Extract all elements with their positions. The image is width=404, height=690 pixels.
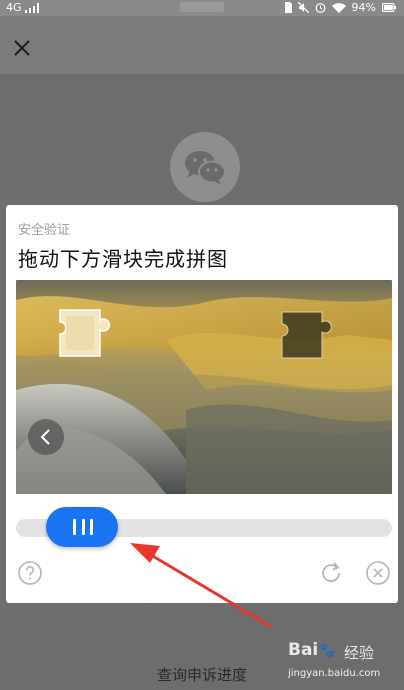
refresh-icon[interactable] <box>318 560 344 586</box>
slider-handle[interactable] <box>46 507 118 547</box>
close-circle-icon[interactable] <box>366 561 390 585</box>
alarm-icon <box>315 3 325 13</box>
status-right: 94% <box>284 1 396 14</box>
help-icon[interactable] <box>18 561 42 585</box>
dialog-title: 拖动下方滑块完成拼图 <box>18 247 228 271</box>
signal-icon <box>24 2 39 13</box>
puzzle-image <box>16 280 392 494</box>
battery-label: 94% <box>351 1 376 14</box>
top-app-bar <box>0 16 404 74</box>
status-bar: 4G 94% <box>0 0 404 16</box>
chevron-left-icon[interactable] <box>28 419 64 455</box>
watermark-suffix: 经验 <box>344 644 375 662</box>
security-verify-dialog: 安全验证 拖动下方滑块完成拼图 <box>6 205 398 603</box>
paw-icon: 🐾 <box>318 643 336 659</box>
battery-icon <box>382 3 396 12</box>
wechat-logo-icon <box>170 132 240 202</box>
sim-icon <box>284 2 292 13</box>
mute-icon <box>297 2 309 13</box>
baidu-watermark: Bai🐾 经验 jingyan.baidu.com <box>288 640 400 686</box>
status-blurred-area <box>180 2 224 12</box>
close-icon[interactable] <box>12 38 32 58</box>
status-left: 4G <box>6 1 39 14</box>
grip-icon <box>73 519 93 535</box>
watermark-brand: Bai🐾 <box>288 640 336 660</box>
watermark-url: jingyan.baidu.com <box>288 668 381 679</box>
network-label: 4G <box>6 1 22 14</box>
wifi-icon <box>331 2 346 13</box>
dialog-subtitle: 安全验证 <box>18 223 71 238</box>
